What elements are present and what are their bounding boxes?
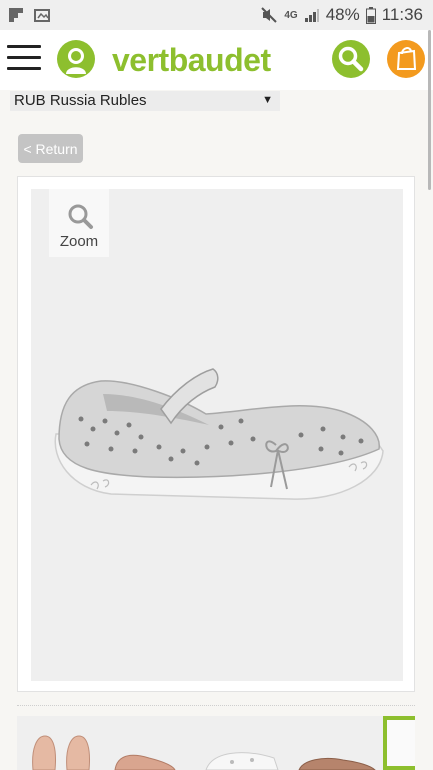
thumbnail-sole[interactable] bbox=[202, 722, 282, 770]
page-scrollbar[interactable] bbox=[428, 30, 431, 190]
product-photo[interactable]: Zoom bbox=[31, 189, 403, 681]
battery-percent: 48% bbox=[325, 5, 360, 24]
image-notification-icon bbox=[34, 9, 50, 22]
search-icon[interactable] bbox=[332, 40, 370, 78]
battery-icon bbox=[365, 6, 376, 24]
currency-select[interactable]: RUB Russia Rubles ▼ bbox=[10, 91, 280, 111]
brand-logo[interactable]: vertbaudet bbox=[112, 42, 271, 79]
return-button[interactable]: < Return bbox=[18, 134, 83, 163]
clock: 11:36 bbox=[381, 5, 423, 24]
site-header: vertbaudet bbox=[0, 30, 433, 90]
thumbnail-pink-shoe-side[interactable] bbox=[109, 722, 179, 770]
status-bar: 4G 48% 11:36 bbox=[0, 0, 433, 30]
thumbnail-selected[interactable] bbox=[383, 716, 415, 770]
zoom-button[interactable]: Zoom bbox=[49, 189, 109, 257]
currency-select-value: RUB Russia Rubles bbox=[14, 92, 147, 109]
thumbnail-pink-shoes[interactable] bbox=[23, 722, 103, 770]
zoom-label: Zoom bbox=[59, 233, 99, 250]
thumbnail-brown-shoe[interactable] bbox=[293, 722, 379, 770]
shoe-image bbox=[54, 368, 384, 500]
flipboard-icon bbox=[9, 8, 23, 22]
divider bbox=[17, 705, 415, 706]
dropdown-arrow-icon: ▼ bbox=[262, 94, 273, 106]
child-avatar-icon[interactable] bbox=[57, 40, 95, 78]
product-image-card: Zoom bbox=[17, 176, 415, 692]
network-type: 4G bbox=[284, 9, 298, 21]
mute-icon bbox=[261, 7, 278, 23]
magnifier-icon bbox=[68, 204, 93, 229]
signal-icon bbox=[304, 9, 319, 22]
hamburger-menu-icon[interactable] bbox=[7, 45, 41, 71]
shopping-bag-icon[interactable] bbox=[387, 40, 425, 78]
thumbnail-strip[interactable] bbox=[17, 716, 415, 770]
